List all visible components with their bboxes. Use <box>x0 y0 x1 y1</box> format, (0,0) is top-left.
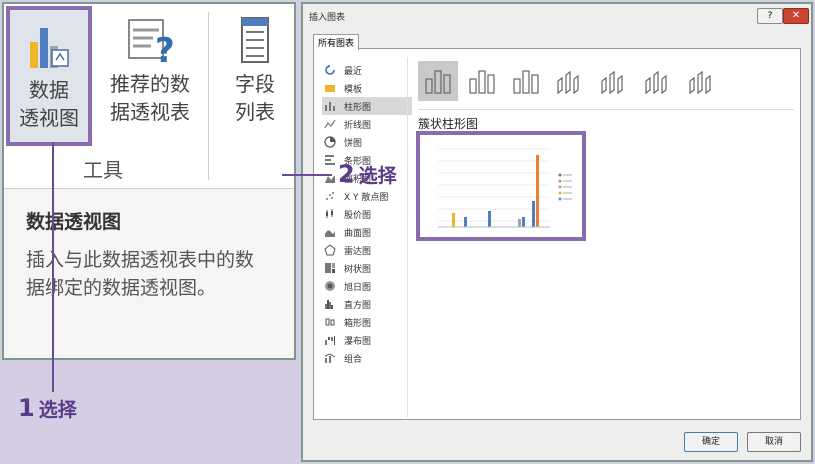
folder-icon <box>324 82 336 94</box>
chart-type-label: 树状图 <box>344 264 372 275</box>
recommended-pivot-button[interactable]: ? 推荐的数 据透视表 <box>98 4 202 126</box>
pivot-chart-label-line1: 数据 <box>29 78 69 102</box>
chart-type-label: X Y 散点图 <box>344 192 389 203</box>
group-divider <box>208 12 209 180</box>
pivot-chart-button[interactable]: 数据 透视图 <box>6 6 92 146</box>
chart-type-item[interactable]: 饼图 <box>322 133 412 151</box>
pie-chart-icon <box>324 136 336 148</box>
surface-chart-icon <box>324 226 336 238</box>
tab-all-charts[interactable]: 所有图表 <box>313 34 360 50</box>
waterfall-chart-icon <box>324 334 336 346</box>
chart-preview-thumbnail <box>438 148 572 228</box>
chart-type-label: 最近 <box>344 66 363 77</box>
recommended-pivot-icon: ? <box>128 19 175 66</box>
callout-1-text: 选择 <box>38 399 77 421</box>
pivot-table-tools-ribbon: 数据 透视图 ? 推荐的数 据透视表 字段 列表 工具 数据透视图 插入与此数据… <box>2 2 296 360</box>
chart-subtype-title: 簇状柱形图 <box>418 117 479 131</box>
chart-type-label: 箱形图 <box>344 318 372 329</box>
chart-type-label: 柱形图 <box>344 102 372 113</box>
3d-column-icon[interactable] <box>682 61 722 101</box>
callout-2: 2 选择 <box>338 160 397 188</box>
sunburst-chart-icon <box>324 280 336 292</box>
recommended-pivot-label-line2: 据透视表 <box>110 100 190 124</box>
chart-type-label: 组合 <box>344 354 363 365</box>
tooltip-body: 插入与此数据透视表中的数据绑定的数据透视图。 <box>26 249 255 299</box>
cancel-button[interactable]: 取消 <box>747 432 801 452</box>
chart-type-label: 旭日图 <box>344 282 372 293</box>
chart-type-item[interactable]: 箱形图 <box>322 313 412 331</box>
tooltip-title: 数据透视图 <box>26 211 122 233</box>
chart-type-item[interactable]: 最近 <box>322 61 412 79</box>
chart-type-item[interactable]: 树状图 <box>322 259 412 277</box>
chart-type-item[interactable]: 股价图 <box>322 205 412 223</box>
stock-chart-icon <box>324 208 336 220</box>
dialog-content: 最近 模板 柱形图 折线图 饼图 条形图 面积图 X Y 散点图 股价图 曲面图 雷达图 树状图 旭日图… <box>313 48 801 420</box>
chart-type-label: 曲面图 <box>344 228 372 239</box>
chart-type-item[interactable]: X Y 散点图 <box>322 187 412 205</box>
chart-type-list: 最近 模板 柱形图 折线图 饼图 条形图 面积图 X Y 散点图 股价图 曲面图 雷达图 树状图 旭日图… <box>322 61 412 367</box>
callout-2-text: 选择 <box>358 165 397 187</box>
callout-2-line <box>282 174 332 176</box>
chart-type-item[interactable]: 瀑布图 <box>322 331 412 349</box>
bar-chart-icon <box>324 154 336 166</box>
chart-type-item[interactable]: 折线图 <box>322 115 412 133</box>
3d-stacked-column-icon[interactable] <box>594 61 634 101</box>
column-chart-icon <box>324 100 336 112</box>
chart-type-item[interactable]: 柱形图 <box>322 97 412 115</box>
callout-1: 1 选择 <box>18 394 77 422</box>
callout-1-line <box>52 142 54 392</box>
callout-1-number: 1 <box>18 394 35 422</box>
field-list-label-line1: 字段 <box>235 72 275 96</box>
chart-type-item[interactable]: 雷达图 <box>322 241 412 259</box>
chart-type-label: 股价图 <box>344 210 372 221</box>
chart-type-label: 雷达图 <box>344 246 372 257</box>
chart-type-item[interactable]: 旭日图 <box>322 277 412 295</box>
chart-type-item[interactable]: 模板 <box>322 79 412 97</box>
help-button[interactable]: ? <box>757 8 783 24</box>
chart-subtype-row <box>418 61 726 107</box>
dialog-title: 插入图表 <box>309 13 346 23</box>
recent-icon <box>324 64 336 76</box>
subtype-divider <box>418 109 794 110</box>
scatter-chart-icon <box>324 190 336 202</box>
chart-type-item[interactable]: 曲面图 <box>322 223 412 241</box>
radar-chart-icon <box>324 244 336 256</box>
chart-type-label: 饼图 <box>344 138 363 149</box>
chart-type-label: 直方图 <box>344 300 372 311</box>
field-list-button[interactable]: 字段 列表 <box>216 4 294 126</box>
list-divider <box>407 57 408 417</box>
line-chart-icon <box>324 118 336 130</box>
chart-type-label: 模板 <box>344 84 363 95</box>
stacked-column-icon[interactable] <box>462 61 502 101</box>
clustered-column-icon[interactable] <box>418 61 458 101</box>
histogram-chart-icon <box>324 298 336 310</box>
callout-2-number: 2 <box>338 160 355 188</box>
3d-percent-stacked-column-icon[interactable] <box>638 61 678 101</box>
recommended-pivot-label-line1: 推荐的数 <box>110 72 190 96</box>
chart-type-label: 折线图 <box>344 120 372 131</box>
3d-clustered-column-icon[interactable] <box>550 61 590 101</box>
chart-type-item[interactable]: 直方图 <box>322 295 412 313</box>
chart-type-item[interactable]: 组合 <box>322 349 412 367</box>
treemap-chart-icon <box>324 262 336 274</box>
combo-chart-icon <box>324 352 336 364</box>
group-label-tools: 工具 <box>83 158 123 182</box>
pivot-chart-tooltip: 数据透视图 插入与此数据透视表中的数据绑定的数据透视图。 <box>4 188 294 358</box>
chart-type-label: 瀑布图 <box>344 336 372 347</box>
svg-text:?: ? <box>155 31 175 66</box>
field-list-label-line2: 列表 <box>235 100 275 124</box>
close-button[interactable]: ✕ <box>783 8 809 24</box>
percent-stacked-column-icon[interactable] <box>506 61 546 101</box>
pivot-chart-label-line2: 透视图 <box>19 106 79 130</box>
insert-chart-dialog: 插入图表 ? ✕ 所有图表 最近 模板 柱形图 折线图 饼图 条形图 面积图 X Y 散点图股… <box>301 2 813 462</box>
pivot-chart-icon <box>30 28 69 68</box>
field-list-icon <box>241 17 269 63</box>
boxwhisker-chart-icon <box>324 316 336 328</box>
ok-button[interactable]: 确定 <box>684 432 738 452</box>
chart-preview[interactable] <box>416 131 586 241</box>
